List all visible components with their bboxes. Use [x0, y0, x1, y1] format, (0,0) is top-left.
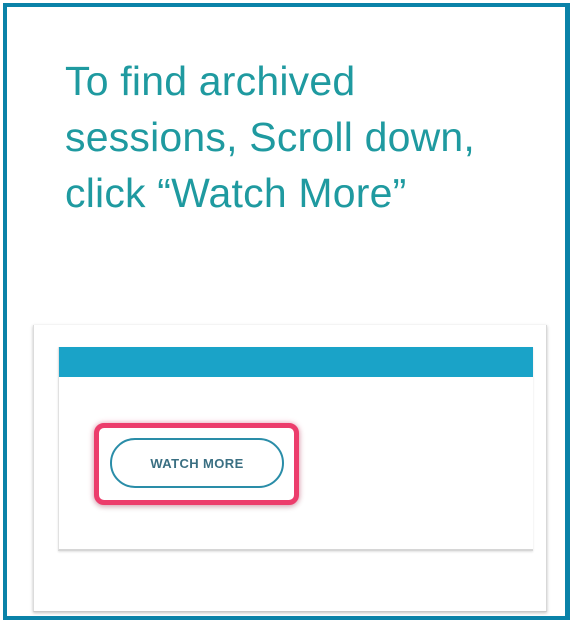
highlight-box: WATCH MORE	[94, 423, 299, 505]
screenshot-inset: WATCH MORE	[33, 325, 547, 612]
instruction-text: To find archived sessions, Scroll down, …	[65, 58, 476, 216]
slide-frame: To find archived sessions, Scroll down, …	[3, 3, 570, 620]
watch-more-button[interactable]: WATCH MORE	[110, 438, 284, 488]
panel-header-bar	[59, 347, 533, 377]
sessions-panel: WATCH MORE	[58, 347, 533, 551]
